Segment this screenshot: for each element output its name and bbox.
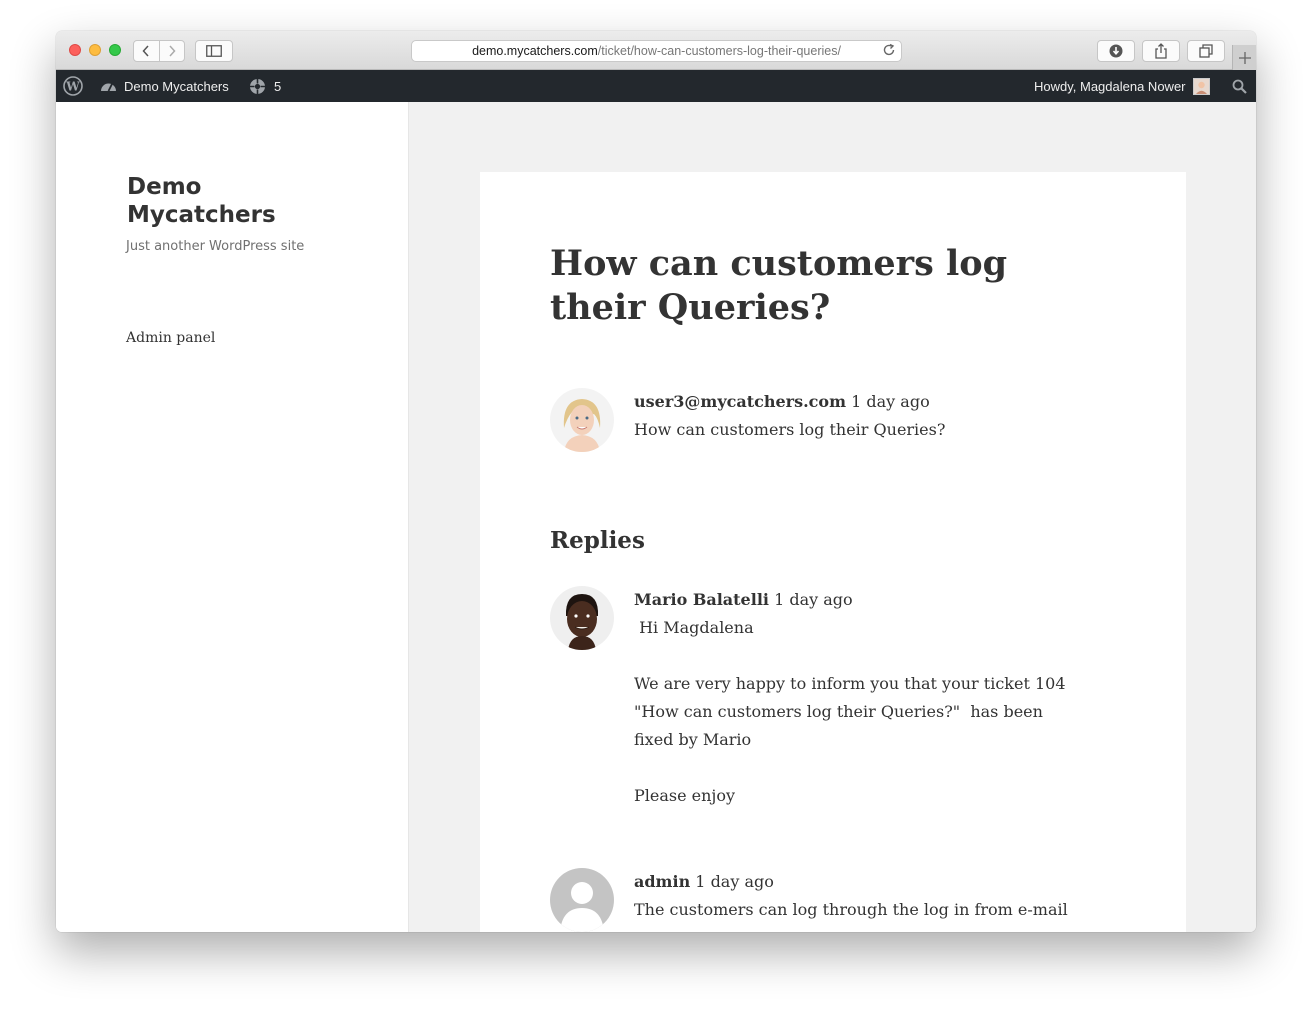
ticket-author-avatar — [550, 388, 614, 452]
site-tagline: Just another WordPress site — [126, 239, 305, 254]
back-button[interactable] — [134, 41, 159, 61]
reply-avatar-mario — [550, 586, 614, 650]
browser-toolbar: demo.mycatchers.com/ticket/how-can-custo… — [56, 31, 1256, 70]
site-name-menu[interactable]: Demo Mycatchers — [100, 70, 229, 102]
reply-message-mario: Mario Balatelli 1 day ago Hi Magdalena W… — [634, 586, 1074, 810]
forward-button[interactable] — [158, 41, 184, 61]
site-sidebar: Demo Mycatchers Just another WordPress s… — [56, 102, 409, 932]
share-button[interactable] — [1142, 40, 1180, 62]
url-path: /ticket/how-can-customers-log-their-quer… — [597, 44, 841, 58]
maximize-window-button[interactable] — [109, 44, 121, 56]
reply-line: The customers can log through the log in… — [634, 900, 1068, 919]
reply-line: Please enjoy — [634, 786, 736, 805]
site-title[interactable]: Demo Mycatchers — [127, 173, 327, 229]
address-bar[interactable]: demo.mycatchers.com/ticket/how-can-custo… — [411, 40, 902, 62]
updates-icon — [250, 78, 265, 94]
ticket-body: How can customers log their Queries? — [634, 420, 946, 439]
share-icon — [1155, 43, 1167, 59]
chevron-left-icon — [142, 45, 150, 57]
site-name-label: Demo Mycatchers — [124, 78, 229, 94]
reply-author: admin — [634, 872, 691, 891]
download-icon — [1109, 44, 1123, 58]
reply-time: 1 day ago — [695, 872, 774, 891]
ticket-author: user3@mycatchers.com — [634, 392, 847, 411]
reply-message-admin: admin 1 day ago The customers can log th… — [634, 868, 1074, 924]
updates-menu[interactable]: 5 — [249, 70, 281, 102]
svg-text:W: W — [65, 80, 80, 94]
ticket-time: 1 day ago — [851, 392, 930, 411]
wp-admin-bar: W Demo Mycatchers 5 Howdy, Magdalena Now… — [56, 70, 1256, 102]
show-sidebar-button[interactable] — [195, 40, 233, 62]
reload-icon[interactable] — [882, 43, 896, 60]
reply-time: 1 day ago — [774, 590, 853, 609]
new-tab-button[interactable] — [1232, 45, 1256, 70]
ticket-title: How can customers log their Queries? — [550, 243, 1008, 328]
wordpress-logo-icon: W — [63, 76, 83, 96]
admin-panel-link[interactable]: Admin panel — [126, 330, 215, 346]
downloads-button[interactable] — [1097, 40, 1135, 62]
browser-window: demo.mycatchers.com/ticket/how-can-custo… — [56, 31, 1256, 932]
chevron-right-icon — [169, 45, 176, 57]
reply-line: We are very happy to inform you that you… — [634, 674, 1076, 749]
sidebar-icon — [206, 45, 222, 57]
plus-icon — [1238, 51, 1251, 64]
user-avatar — [1192, 77, 1210, 95]
tabs-icon — [1199, 44, 1213, 58]
updates-count: 5 — [274, 78, 282, 94]
dashboard-icon — [101, 83, 116, 92]
reply-avatar-admin — [550, 868, 614, 932]
replies-heading: Replies — [550, 527, 645, 554]
ticket-message: user3@mycatchers.com 1 day ago How can c… — [634, 388, 1074, 444]
my-account-menu[interactable]: Howdy, Magdalena Nower — [1034, 70, 1210, 102]
page-content: Demo Mycatchers Just another WordPress s… — [56, 102, 1256, 932]
ticket-card: How can customers log their Queries? use… — [480, 172, 1186, 932]
show-tabs-button[interactable] — [1187, 40, 1225, 62]
admin-search-button[interactable] — [1232, 70, 1247, 102]
reply-line: Hi Magdalena — [634, 618, 754, 637]
close-window-button[interactable] — [69, 44, 81, 56]
howdy-label: Howdy, Magdalena Nower — [1034, 78, 1186, 94]
search-icon — [1232, 79, 1247, 94]
reply-author: Mario Balatelli — [634, 590, 769, 609]
url-host: demo.mycatchers.com — [472, 44, 598, 58]
minimize-window-button[interactable] — [89, 44, 101, 56]
history-nav-group — [133, 40, 185, 62]
wordpress-menu[interactable]: W — [63, 70, 83, 102]
